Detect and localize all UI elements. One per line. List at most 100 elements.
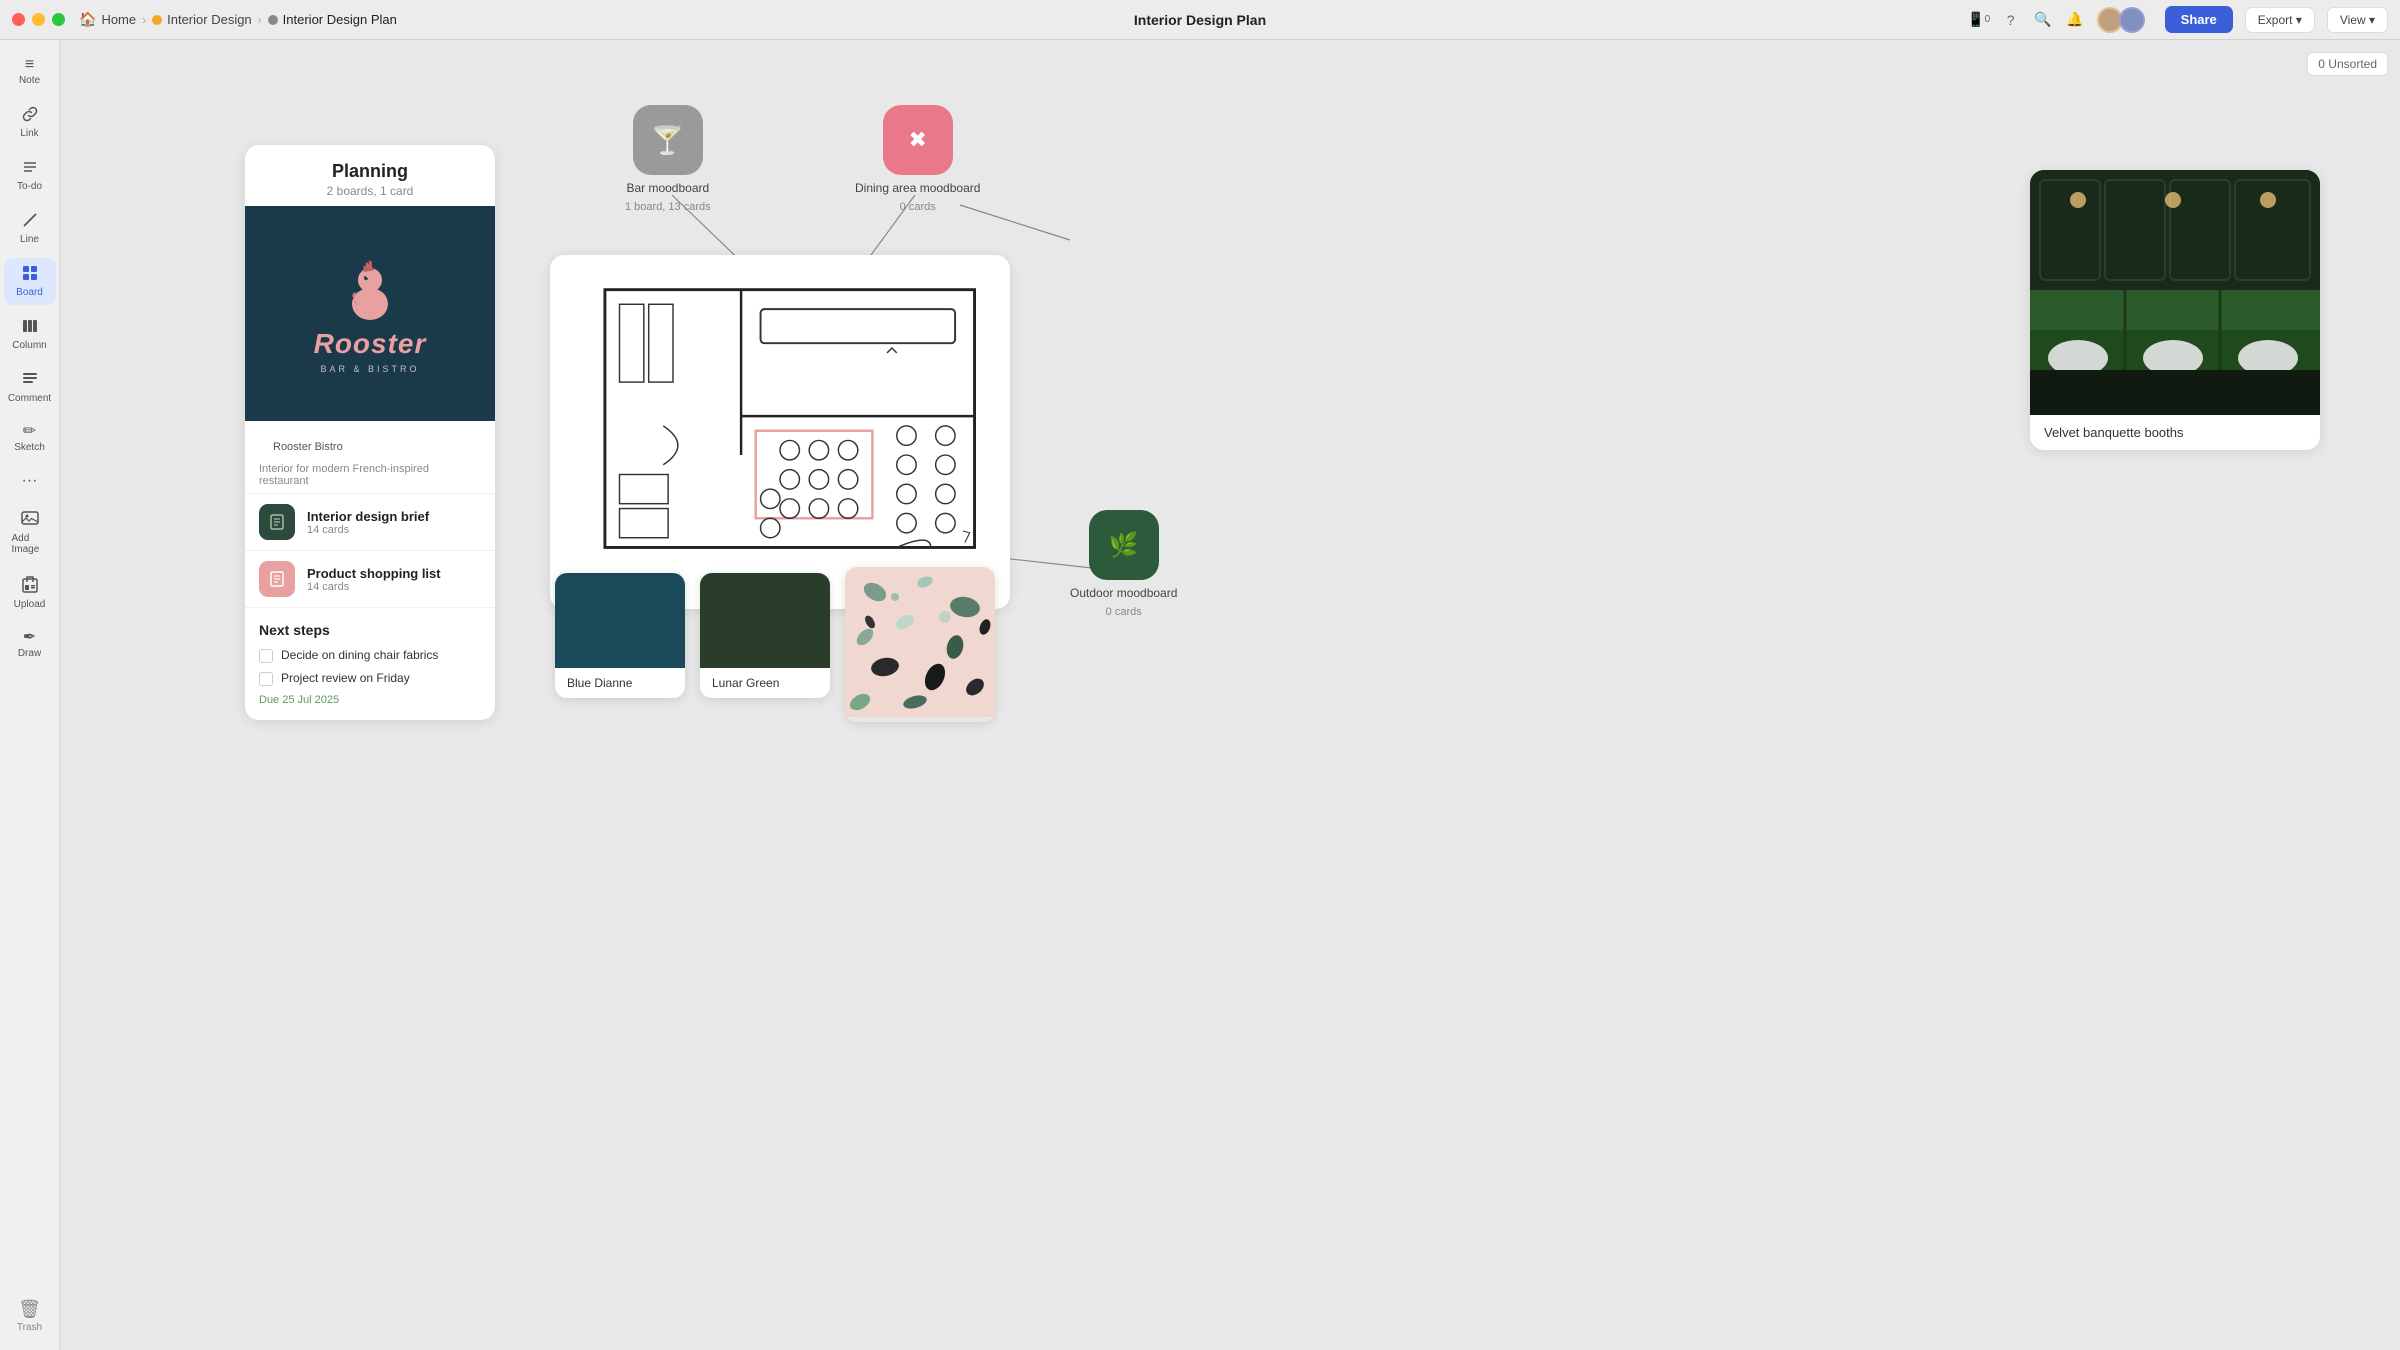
task-2: Project review on Friday: [259, 671, 481, 686]
outdoor-moodboard-title: Outdoor moodboard: [1070, 586, 1177, 600]
planning-card: Planning 2 boards, 1 card: [245, 145, 495, 720]
dining-moodboard-sub: 0 cards: [900, 201, 936, 213]
task-2-text: Project review on Friday: [281, 671, 410, 685]
breadcrumb-plan[interactable]: Interior Design Plan: [268, 12, 397, 27]
minimize-button[interactable]: [32, 13, 45, 26]
rooster-bistro-name: Rooster Bistro: [259, 431, 481, 463]
lunar-green-color: [700, 573, 830, 668]
sidebar-item-note[interactable]: ≡ Note: [4, 50, 56, 93]
blue-dianne-label: Blue Dianne: [555, 668, 685, 698]
outdoor-moodboard-sub: 0 cards: [1106, 606, 1142, 618]
task-1: Decide on dining chair fabrics: [259, 648, 481, 663]
titlebar-right: 📱0 ? 🔍 🔔 Share Export ▾ View ▾: [1969, 6, 2388, 33]
todo-icon: [22, 159, 38, 179]
interior-brief-text: Interior design brief 14 cards: [307, 509, 481, 536]
sidebar-item-column[interactable]: Column: [4, 311, 56, 358]
planning-hero: Rooster Bar & Bistro: [245, 206, 495, 421]
outdoor-moodboard-node[interactable]: 🌿 Outdoor moodboard 0 cards: [1070, 510, 1177, 618]
interior-brief-title: Interior design brief: [307, 509, 481, 524]
rooster-logo: Rooster Bar & Bistro: [314, 254, 427, 374]
sidebar: ≡ Note Link To-do Line Board: [0, 40, 60, 1350]
avatar-2: [2119, 7, 2145, 33]
sidebar-item-board[interactable]: Board: [4, 258, 56, 305]
line-icon: [22, 212, 38, 232]
task-2-checkbox[interactable]: [259, 672, 273, 686]
sidebar-item-more[interactable]: ···: [4, 466, 56, 496]
interior-brief-icon: [259, 504, 295, 540]
planning-title: Planning: [261, 161, 479, 182]
product-shopping-item[interactable]: Product shopping list 14 cards: [245, 550, 495, 607]
shopping-list-sub: 14 cards: [307, 581, 481, 593]
maximize-button[interactable]: [52, 13, 65, 26]
rooster-sub: Bar & Bistro: [320, 364, 419, 374]
task-1-checkbox[interactable]: [259, 649, 273, 663]
dining-moodboard-icon: ✖: [883, 105, 953, 175]
more-icon: ···: [22, 473, 38, 489]
bar-moodboard-node[interactable]: 🍸 Bar moodboard 1 board, 13 cards: [625, 105, 711, 213]
close-button[interactable]: [12, 13, 25, 26]
planning-desc-container: Rooster Bistro Interior for modern Frenc…: [245, 421, 495, 493]
floor-plan-card: Restaurant floor Plan: [550, 255, 1010, 609]
rooster-svg: [340, 254, 400, 324]
breadcrumb-home[interactable]: 🏠 Home: [79, 11, 136, 28]
outdoor-moodboard-icon: 🌿: [1089, 510, 1159, 580]
export-button[interactable]: Export ▾: [2245, 7, 2315, 33]
shopping-list-title: Product shopping list: [307, 566, 481, 581]
floor-plan-svg: [566, 271, 994, 571]
terrazzo-swatch: [845, 567, 995, 722]
lunar-green-label: Lunar Green: [700, 668, 830, 698]
view-button[interactable]: View ▾: [2327, 7, 2388, 33]
floor-plan-canvas: [566, 271, 994, 571]
shopping-list-icon: [259, 561, 295, 597]
breadcrumb: 🏠 Home › Interior Design › Interior Desi…: [79, 11, 397, 28]
note-icon: ≡: [25, 57, 34, 73]
sidebar-trash[interactable]: 🗑 Trash: [9, 1292, 50, 1340]
bar-moodboard-sub: 1 board, 13 cards: [625, 201, 711, 213]
window-controls: [12, 13, 65, 26]
home-label: Home: [101, 12, 136, 27]
interior-design-brief-item[interactable]: Interior design brief 14 cards: [245, 493, 495, 550]
sidebar-item-comment[interactable]: Comment: [4, 364, 56, 411]
next-steps-title: Next steps: [259, 622, 481, 638]
canvas-area[interactable]: 0 Unsorted Planning 2 boards, 1 card: [60, 40, 2400, 1350]
sidebar-item-link[interactable]: Link: [4, 99, 56, 146]
help-icon[interactable]: ?: [2001, 10, 2021, 30]
sidebar-item-line[interactable]: Line: [4, 205, 56, 252]
interior-brief-sub: 14 cards: [307, 524, 481, 536]
app-body: ≡ Note Link To-do Line Board: [0, 40, 2400, 1350]
breadcrumb-sep1: ›: [142, 13, 146, 27]
bar-moodboard-icon: 🍸: [633, 105, 703, 175]
breadcrumb-label-1: Interior Design: [167, 12, 252, 27]
trash-icon: 🗑: [18, 1299, 41, 1320]
breadcrumb-dot-orange: [152, 15, 162, 25]
velvet-svg: [2030, 170, 2320, 415]
upload-icon: [22, 575, 38, 597]
addimage-icon: [21, 509, 39, 531]
sidebar-item-upload[interactable]: Upload: [4, 568, 56, 617]
velvet-label: Velvet banquette booths: [2030, 415, 2320, 450]
search-icon[interactable]: 🔍: [2033, 10, 2053, 30]
breadcrumb-sep2: ›: [258, 13, 262, 27]
velvet-image: [2030, 170, 2320, 415]
canvas-toolbar: 0 Unsorted: [2307, 52, 2388, 76]
bar-moodboard-title: Bar moodboard: [626, 181, 709, 195]
link-icon: [22, 106, 38, 126]
sidebar-item-todo[interactable]: To-do: [4, 152, 56, 199]
rooster-bistro-desc: Interior for modern French-inspired rest…: [259, 463, 481, 487]
notification-icon[interactable]: 🔔: [2065, 10, 2085, 30]
share-button[interactable]: Share: [2165, 6, 2233, 33]
breadcrumb-design[interactable]: Interior Design: [152, 12, 252, 27]
sidebar-item-sketch[interactable]: ✏ Sketch: [4, 417, 56, 460]
sidebar-item-draw[interactable]: ✒ Draw: [4, 623, 56, 666]
sidebar-item-addimage[interactable]: Add Image: [4, 502, 56, 562]
column-icon: [22, 318, 38, 338]
dining-moodboard-node[interactable]: ✖ Dining area moodboard 0 cards: [855, 105, 980, 213]
board-icon: [22, 265, 38, 285]
blue-dianne-swatch: Blue Dianne: [555, 573, 685, 698]
device-icon[interactable]: 📱0: [1969, 10, 1989, 30]
lunar-green-swatch: Lunar Green: [700, 573, 830, 698]
blue-dianne-color: [555, 573, 685, 668]
breadcrumb-dot-gray: [268, 15, 278, 25]
sketch-icon: ✏: [23, 424, 36, 440]
planning-subtitle: 2 boards, 1 card: [261, 184, 479, 198]
